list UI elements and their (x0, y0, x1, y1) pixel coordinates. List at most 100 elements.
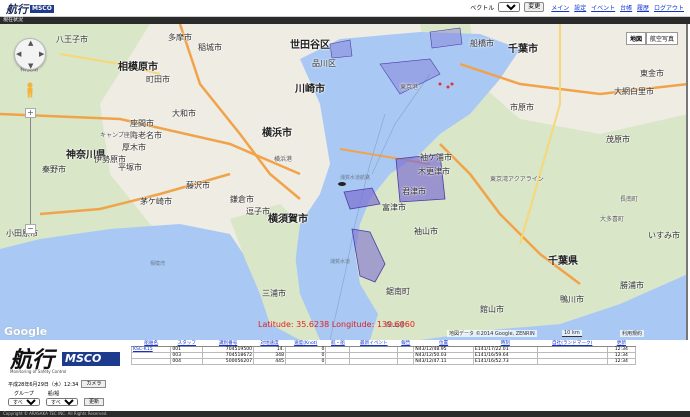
place-label: 東京港 (400, 84, 419, 91)
place-label: 品川区 (312, 59, 336, 68)
table-cell: E141/16/52.73 (472, 358, 538, 365)
pegman-icon[interactable] (25, 82, 35, 98)
place-label: 秦野市 (42, 165, 66, 174)
top-header: 航行 MSCO ベクトル 5分 変更 メイン 設定 イベント 台帳 履歴 ログア… (0, 0, 690, 17)
place-label: 木更津市 (418, 167, 450, 176)
filter-row: すべて すべて 更新 (8, 398, 105, 406)
table-cell (397, 358, 415, 365)
place-label: 東金市 (640, 69, 664, 78)
place-label: 稲城市 (198, 43, 222, 52)
place-label: 八王子市 (56, 35, 88, 44)
place-label: 横浜港 (274, 156, 293, 163)
table-row[interactable]: 004 500056207 445 0 N43/12/47.11 E141/16… (130, 358, 637, 365)
place-label: 藤沢市 (186, 181, 210, 190)
group-select[interactable]: すべて (8, 398, 40, 406)
table-cell (325, 358, 351, 365)
zoom-slider[interactable]: + − (25, 108, 36, 266)
group-label: グループ (14, 391, 34, 397)
brand-logo: 航行 MSCO Monitoring of Safety Control (10, 342, 120, 378)
place-label: 町田市 (146, 75, 170, 84)
place-label: 鎌倉市 (230, 195, 254, 204)
map-attribution: 地図データ ©2014 Google, ZENRIN (447, 330, 537, 337)
nav-events[interactable]: イベント (591, 5, 615, 12)
place-label: キャンプ座間 (100, 132, 136, 139)
place-label: 多摩市 (168, 33, 192, 42)
ship-select[interactable]: すべて (46, 398, 78, 406)
place-label: 川崎市 (295, 84, 325, 95)
table-cell (536, 358, 608, 365)
pan-down-icon[interactable]: ▼ (28, 62, 33, 70)
place-label: 館山市 (480, 305, 504, 314)
place-label: 茅ケ崎市 (140, 197, 172, 206)
header-controls: ベクトル 5分 変更 メイン 設定 イベント 台帳 履歴 ログアウト (470, 2, 684, 12)
bottom-panel: 航行 MSCO Monitoring of Safety Control 平成2… (0, 340, 690, 417)
nav-main[interactable]: メイン (551, 5, 569, 12)
camera-button[interactable]: カメラ (81, 380, 107, 388)
table-cell (349, 358, 399, 365)
place-label: 横浜市 (262, 128, 292, 139)
place-label: いすみ市 (648, 231, 680, 240)
place-label: 座間市 (130, 119, 154, 128)
map-scale: 10 km (562, 330, 582, 337)
nav-logout[interactable]: ログアウト (654, 5, 684, 12)
place-label: 千葉県 (548, 256, 578, 267)
map-pan-control[interactable]: ▲ ▼ ◀ ▶ (14, 38, 46, 70)
map-view[interactable]: 相模原市 世田谷区 千葉市 川崎市 横浜市 市原市 木更津市 横須賀市 富津市 … (0, 24, 688, 340)
nav-ledger[interactable]: 台帳 (620, 5, 632, 12)
table-cell: N43/12/47.11 (413, 358, 474, 365)
pan-right-icon[interactable]: ▶ (39, 50, 44, 58)
place-label: 袖ケ浦市 (420, 153, 452, 162)
place-label: 長南町 (620, 196, 639, 203)
place-label: 大和市 (172, 109, 196, 118)
water-label: 浦賀水道航路 (340, 175, 371, 181)
map-terms-link[interactable]: 利用規約 (620, 330, 645, 337)
header-logo: 航行 MSCO (6, 1, 54, 16)
zoom-out-icon[interactable]: − (25, 224, 36, 234)
place-label: 鋸南町 (386, 287, 410, 296)
place-label: 大多喜町 (600, 216, 625, 223)
update-button[interactable]: 更新 (84, 398, 105, 406)
header-nav: メイン 設定 イベント 台帳 履歴 ログアウト (548, 3, 684, 12)
level-label: ベクトル (470, 4, 495, 12)
place-label: 相模原市 (118, 62, 158, 73)
level-select[interactable]: 5分 (498, 2, 521, 12)
place-label: 袖山市 (414, 227, 438, 236)
nav-settings[interactable]: 設定 (574, 5, 586, 12)
vessel-name-cell[interactable] (130, 358, 172, 365)
place-label: 勝浦市 (620, 281, 644, 290)
map-base (0, 24, 686, 340)
place-label: 富津市 (382, 203, 406, 212)
brand-logo-msco: MSCO (62, 352, 120, 366)
place-label: 伊勢原市 (94, 155, 126, 164)
table-cell: 445 (253, 358, 286, 365)
google-logo: Google (4, 325, 48, 338)
coordinates-readout: Latitude: 35.6238 Longitude: 139.6060 (258, 320, 415, 329)
pan-up-icon[interactable]: ▲ (28, 39, 33, 47)
place-label: 茂原市 (606, 135, 630, 144)
place-label: 鴨川市 (560, 295, 584, 304)
nav-history[interactable]: 履歴 (637, 5, 649, 12)
vessel-table: 船舶名 スタッフ 識別番号 対地速度 速度(Knot) 航・船 最新イベント 報… (130, 340, 637, 365)
water-label: 浦賀水道 (330, 259, 351, 265)
place-label: 横須賀市 (268, 214, 308, 225)
map-type-map[interactable]: 地図 (625, 32, 646, 45)
ship-label: 船/船 (47, 391, 60, 397)
place-label: 船橋市 (470, 39, 494, 48)
table-cell: 500056207 (202, 358, 255, 365)
logo-msco: MSCO (30, 4, 54, 13)
place-label: 厚木市 (122, 143, 146, 152)
copyright-footer: Copyright © ARASAKA TEC INC. All Rights … (0, 411, 690, 417)
map-type-satellite[interactable]: 航空写真 (645, 32, 678, 45)
apply-button[interactable]: 変更 (524, 2, 545, 12)
logo-kanji: 航行 (6, 2, 28, 16)
current-date: 平成28年6月29日（水）12:34 (8, 381, 79, 388)
place-label: 東京湾アクアライン (490, 176, 544, 183)
water-label: 相模湾 (150, 261, 166, 267)
table-cell: 0 (284, 358, 327, 365)
pan-left-icon[interactable]: ◀ (16, 50, 21, 58)
zoom-in-icon[interactable]: + (25, 108, 36, 118)
brand-tagline: Monitoring of Safety Control (10, 369, 67, 374)
date-line: 平成28年6月29日（水）12:34 カメラ (8, 380, 107, 388)
zoom-track[interactable] (30, 118, 31, 224)
table-cell: 004 (170, 358, 204, 365)
